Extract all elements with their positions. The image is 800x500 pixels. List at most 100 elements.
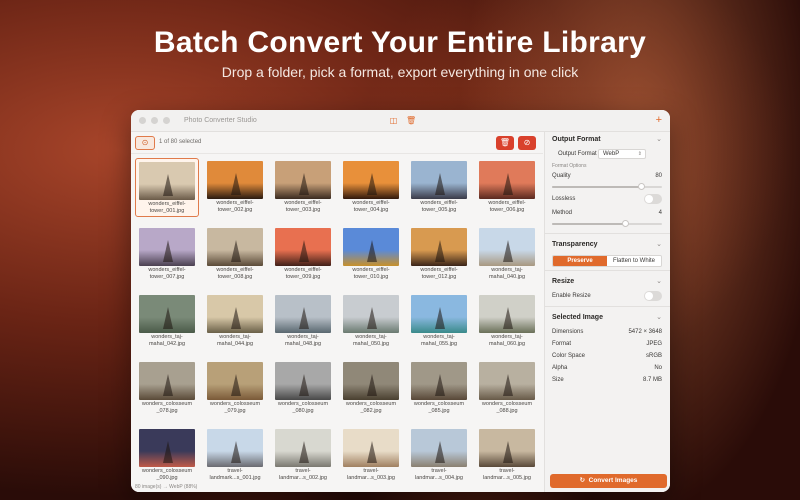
plus-icon[interactable]: +	[656, 114, 662, 126]
image-tile[interactable]: wonders_taj-mahal_055.jpg	[407, 292, 471, 351]
select-all-button[interactable]: ⊙	[135, 136, 155, 150]
enable-resize-toggle[interactable]	[644, 291, 662, 301]
landmark-silhouette	[503, 240, 513, 262]
landmark-silhouette	[163, 174, 173, 196]
image-filename-cont: tower_007.jpg	[149, 274, 185, 280]
minimize-window-button[interactable]	[151, 117, 158, 124]
app-window: Photo Converter Studio ◫ 🗑 + ⊙ 1 of 80 s…	[131, 110, 670, 492]
output-format-select[interactable]: WebP ⇕	[598, 149, 646, 159]
image-thumbnail	[479, 161, 535, 199]
section-resize[interactable]: Resize ⌄	[545, 274, 670, 290]
image-tile[interactable]: wonders_eiffel-tower_002.jpg	[203, 158, 267, 217]
image-filename: wonders_colosseum	[345, 401, 397, 407]
zoom-window-button[interactable]	[163, 117, 170, 124]
image-filename-cont: mahal_042.jpg	[148, 341, 186, 347]
image-thumbnail	[275, 429, 331, 467]
method-slider-handle[interactable]	[622, 220, 630, 227]
method-value: 4	[658, 210, 662, 216]
quality-slider[interactable]	[552, 183, 662, 190]
image-tile[interactable]: travel-landmar...s_002.jpg	[271, 426, 335, 480]
image-tile[interactable]: wonders_colosseum _090.jpg	[135, 426, 199, 480]
image-filename: wonders_taj-	[423, 334, 455, 340]
image-thumbnail	[275, 228, 331, 266]
format-options-label: Format Options	[552, 163, 587, 169]
close-window-button[interactable]	[139, 117, 146, 124]
image-filename: travel-	[499, 468, 515, 474]
image-thumbnail	[479, 362, 535, 400]
image-tile[interactable]: wonders_eiffel-tower_004.jpg	[339, 158, 403, 217]
image-filename-cont: mahal_048.jpg	[284, 341, 322, 347]
landmark-silhouette	[435, 441, 445, 463]
landmark-silhouette	[163, 441, 173, 463]
enable-resize-label: Enable Resize	[552, 293, 591, 299]
image-tile[interactable]: wonders_eiffel-tower_005.jpg	[407, 158, 471, 217]
image-tile[interactable]: wonders_colosseum _078.jpg	[135, 359, 199, 418]
info-value: 5472 × 3648	[628, 329, 662, 335]
image-tile[interactable]: wonders_eiffel-tower_001.jpg	[135, 158, 199, 217]
output-format-value: WebP	[603, 151, 620, 157]
transparency-flatten-option[interactable]: Flatten to White	[607, 256, 661, 266]
chevron-down-icon: ⌄	[656, 136, 662, 143]
image-filename-cont: _079.jpg	[224, 408, 246, 414]
image-tile[interactable]: wonders_taj-mahal_040.jpg	[475, 225, 539, 284]
image-tile[interactable]: wonders_colosseum _088.jpg	[475, 359, 539, 418]
image-filename-cont: tower_009.jpg	[285, 274, 321, 280]
quality-slider-handle[interactable]	[637, 183, 645, 190]
image-tile[interactable]: wonders_taj-mahal_048.jpg	[271, 292, 335, 351]
image-tile[interactable]: wonders_taj-mahal_044.jpg	[203, 292, 267, 351]
image-filename-cont: tower_006.jpg	[489, 207, 525, 213]
image-tile[interactable]: wonders_eiffel-tower_012.jpg	[407, 225, 471, 284]
sidebar-icon[interactable]: ◫	[389, 116, 398, 125]
image-tile[interactable]: travel-landmark...s_001.jpg	[203, 426, 267, 480]
window-controls	[139, 117, 170, 124]
image-tile[interactable]: wonders_eiffel-tower_010.jpg	[339, 225, 403, 284]
image-thumbnail	[411, 362, 467, 400]
section-selected-image[interactable]: Selected Image ⌄	[545, 310, 670, 326]
section-output-format[interactable]: Output Format ⌄	[545, 132, 670, 148]
info-label: Dimensions	[552, 329, 584, 335]
image-filename-cont: tower_003.jpg	[285, 207, 321, 213]
landmark-silhouette	[231, 374, 241, 396]
landmark-silhouette	[299, 307, 309, 329]
image-tile[interactable]: wonders_eiffel-tower_006.jpg	[475, 158, 539, 217]
quality-row: Quality 80	[545, 170, 670, 182]
image-filename: wonders_colosseum	[141, 468, 193, 474]
image-tile[interactable]: wonders_eiffel-tower_003.jpg	[271, 158, 335, 217]
image-tile[interactable]: wonders_colosseum _080.jpg	[271, 359, 335, 418]
image-tile[interactable]: travel-landmar...s_005.jpg	[475, 426, 539, 480]
image-tile[interactable]: wonders_eiffel-tower_007.jpg	[135, 225, 199, 284]
image-filename-cont: tower_005.jpg	[421, 207, 457, 213]
image-tile[interactable]: wonders_colosseum _085.jpg	[407, 359, 471, 418]
image-tile[interactable]: travel-landmar...s_003.jpg	[339, 426, 403, 480]
section-title: Transparency	[552, 241, 598, 248]
transparency-preserve-option[interactable]: Preserve	[553, 256, 607, 266]
image-tile[interactable]: wonders_colosseum _079.jpg	[203, 359, 267, 418]
landmark-silhouette	[367, 307, 377, 329]
delete-selected-button[interactable]: 🗑	[496, 136, 514, 150]
method-row: Method 4	[545, 207, 670, 219]
image-tile[interactable]: travel-landmar...s_004.jpg	[407, 426, 471, 480]
window-title: Photo Converter Studio	[184, 117, 257, 124]
image-thumbnail	[343, 429, 399, 467]
image-tile[interactable]: wonders_eiffel-tower_008.jpg	[203, 225, 267, 284]
image-tile[interactable]: wonders_taj-mahal_050.jpg	[339, 292, 403, 351]
image-tile[interactable]: wonders_taj-mahal_060.jpg	[475, 292, 539, 351]
lossless-toggle[interactable]	[644, 194, 662, 204]
clear-all-button[interactable]: ⊘	[518, 136, 536, 150]
method-slider[interactable]	[552, 220, 662, 227]
convert-images-button[interactable]: ↻ Convert Images	[550, 474, 667, 488]
trash-icon[interactable]: 🗑	[406, 116, 416, 125]
image-filename-cont: tower_004.jpg	[353, 207, 389, 213]
landmark-silhouette	[503, 374, 513, 396]
image-tile[interactable]: wonders_eiffel-tower_009.jpg	[271, 225, 335, 284]
image-thumbnail	[479, 228, 535, 266]
landmark-silhouette	[503, 441, 513, 463]
image-tile[interactable]: wonders_colosseum _082.jpg	[339, 359, 403, 418]
section-transparency[interactable]: Transparency ⌄	[545, 237, 670, 253]
image-filename-cont: _080.jpg	[292, 408, 314, 414]
image-filename-cont: landmar...s_003.jpg	[346, 475, 395, 480]
info-value: sRGB	[645, 353, 662, 359]
image-tile[interactable]: wonders_taj-mahal_042.jpg	[135, 292, 199, 351]
image-thumbnail	[411, 429, 467, 467]
image-filename: wonders_eiffel-	[148, 267, 186, 273]
